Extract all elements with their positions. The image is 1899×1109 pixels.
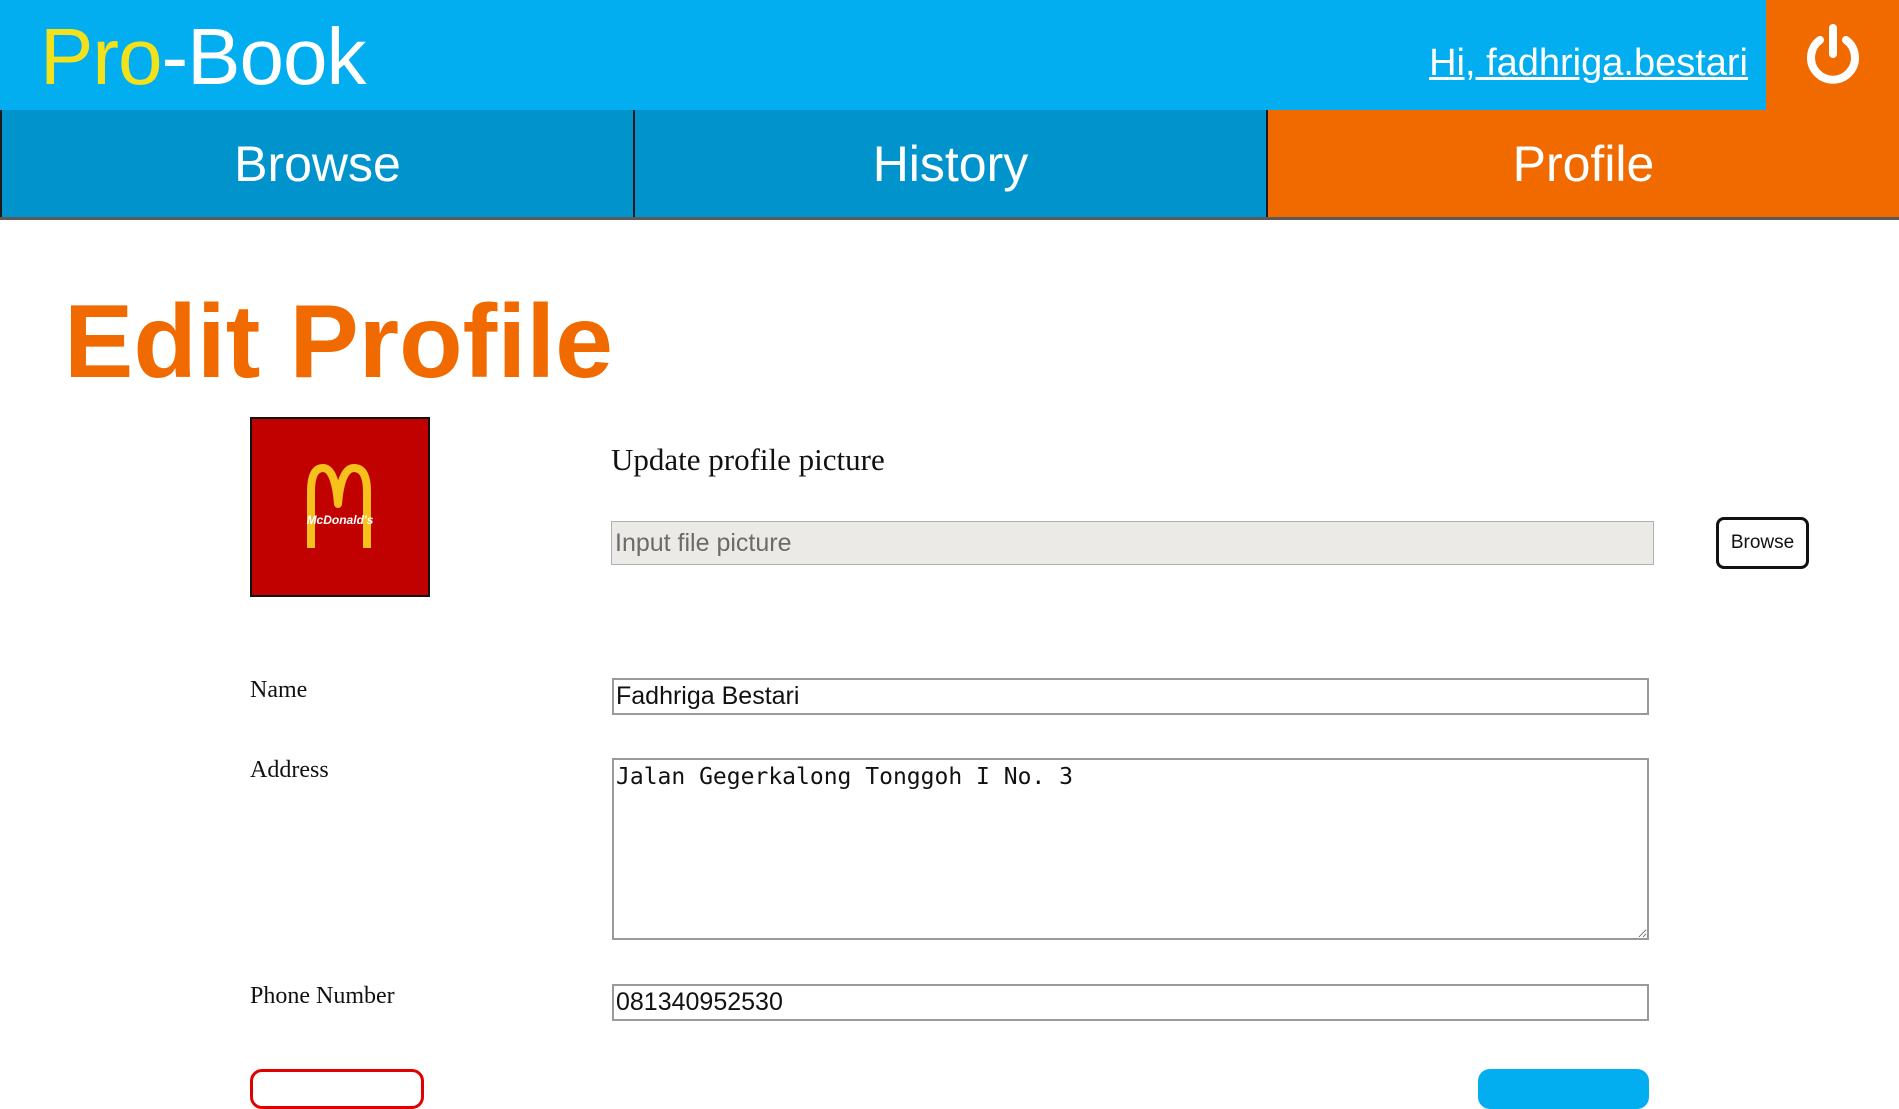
upload-picture-label: Update profile picture [611,442,885,477]
phone-input[interactable] [612,984,1649,1021]
address-label: Address [250,757,329,783]
main-nav: Browse History Profile [0,110,1899,220]
app-logo: Pro-Book [40,12,367,102]
save-button[interactable] [1478,1069,1649,1109]
logo-text: McDonald's [307,513,374,527]
name-label: Name [250,677,308,703]
tab-profile[interactable]: Profile [1266,110,1899,217]
brand-pro: Pro [40,12,162,101]
profile-picture: McDonald's [250,417,430,597]
tab-history[interactable]: History [633,110,1266,217]
browse-button[interactable]: Browse [1716,517,1809,569]
logout-button[interactable] [1766,0,1899,110]
mcdonalds-logo: McDonald's [307,464,374,548]
phone-label: Phone Number [250,983,395,1009]
address-textarea[interactable]: Jalan Gegerkalong Tonggoh I No. 3 [612,758,1649,940]
power-icon [1806,24,1859,84]
user-greeting-link[interactable]: Hi, fadhriga.bestari [1429,40,1748,86]
brand-book: -Book [161,12,367,101]
page-title: Edit Profile [64,284,613,400]
back-button[interactable] [250,1069,424,1109]
file-picture-input[interactable] [611,521,1654,565]
tab-browse[interactable]: Browse [0,110,633,217]
top-header: Pro-Book Hi, fadhriga.bestari [0,0,1899,110]
name-input[interactable] [612,678,1649,715]
